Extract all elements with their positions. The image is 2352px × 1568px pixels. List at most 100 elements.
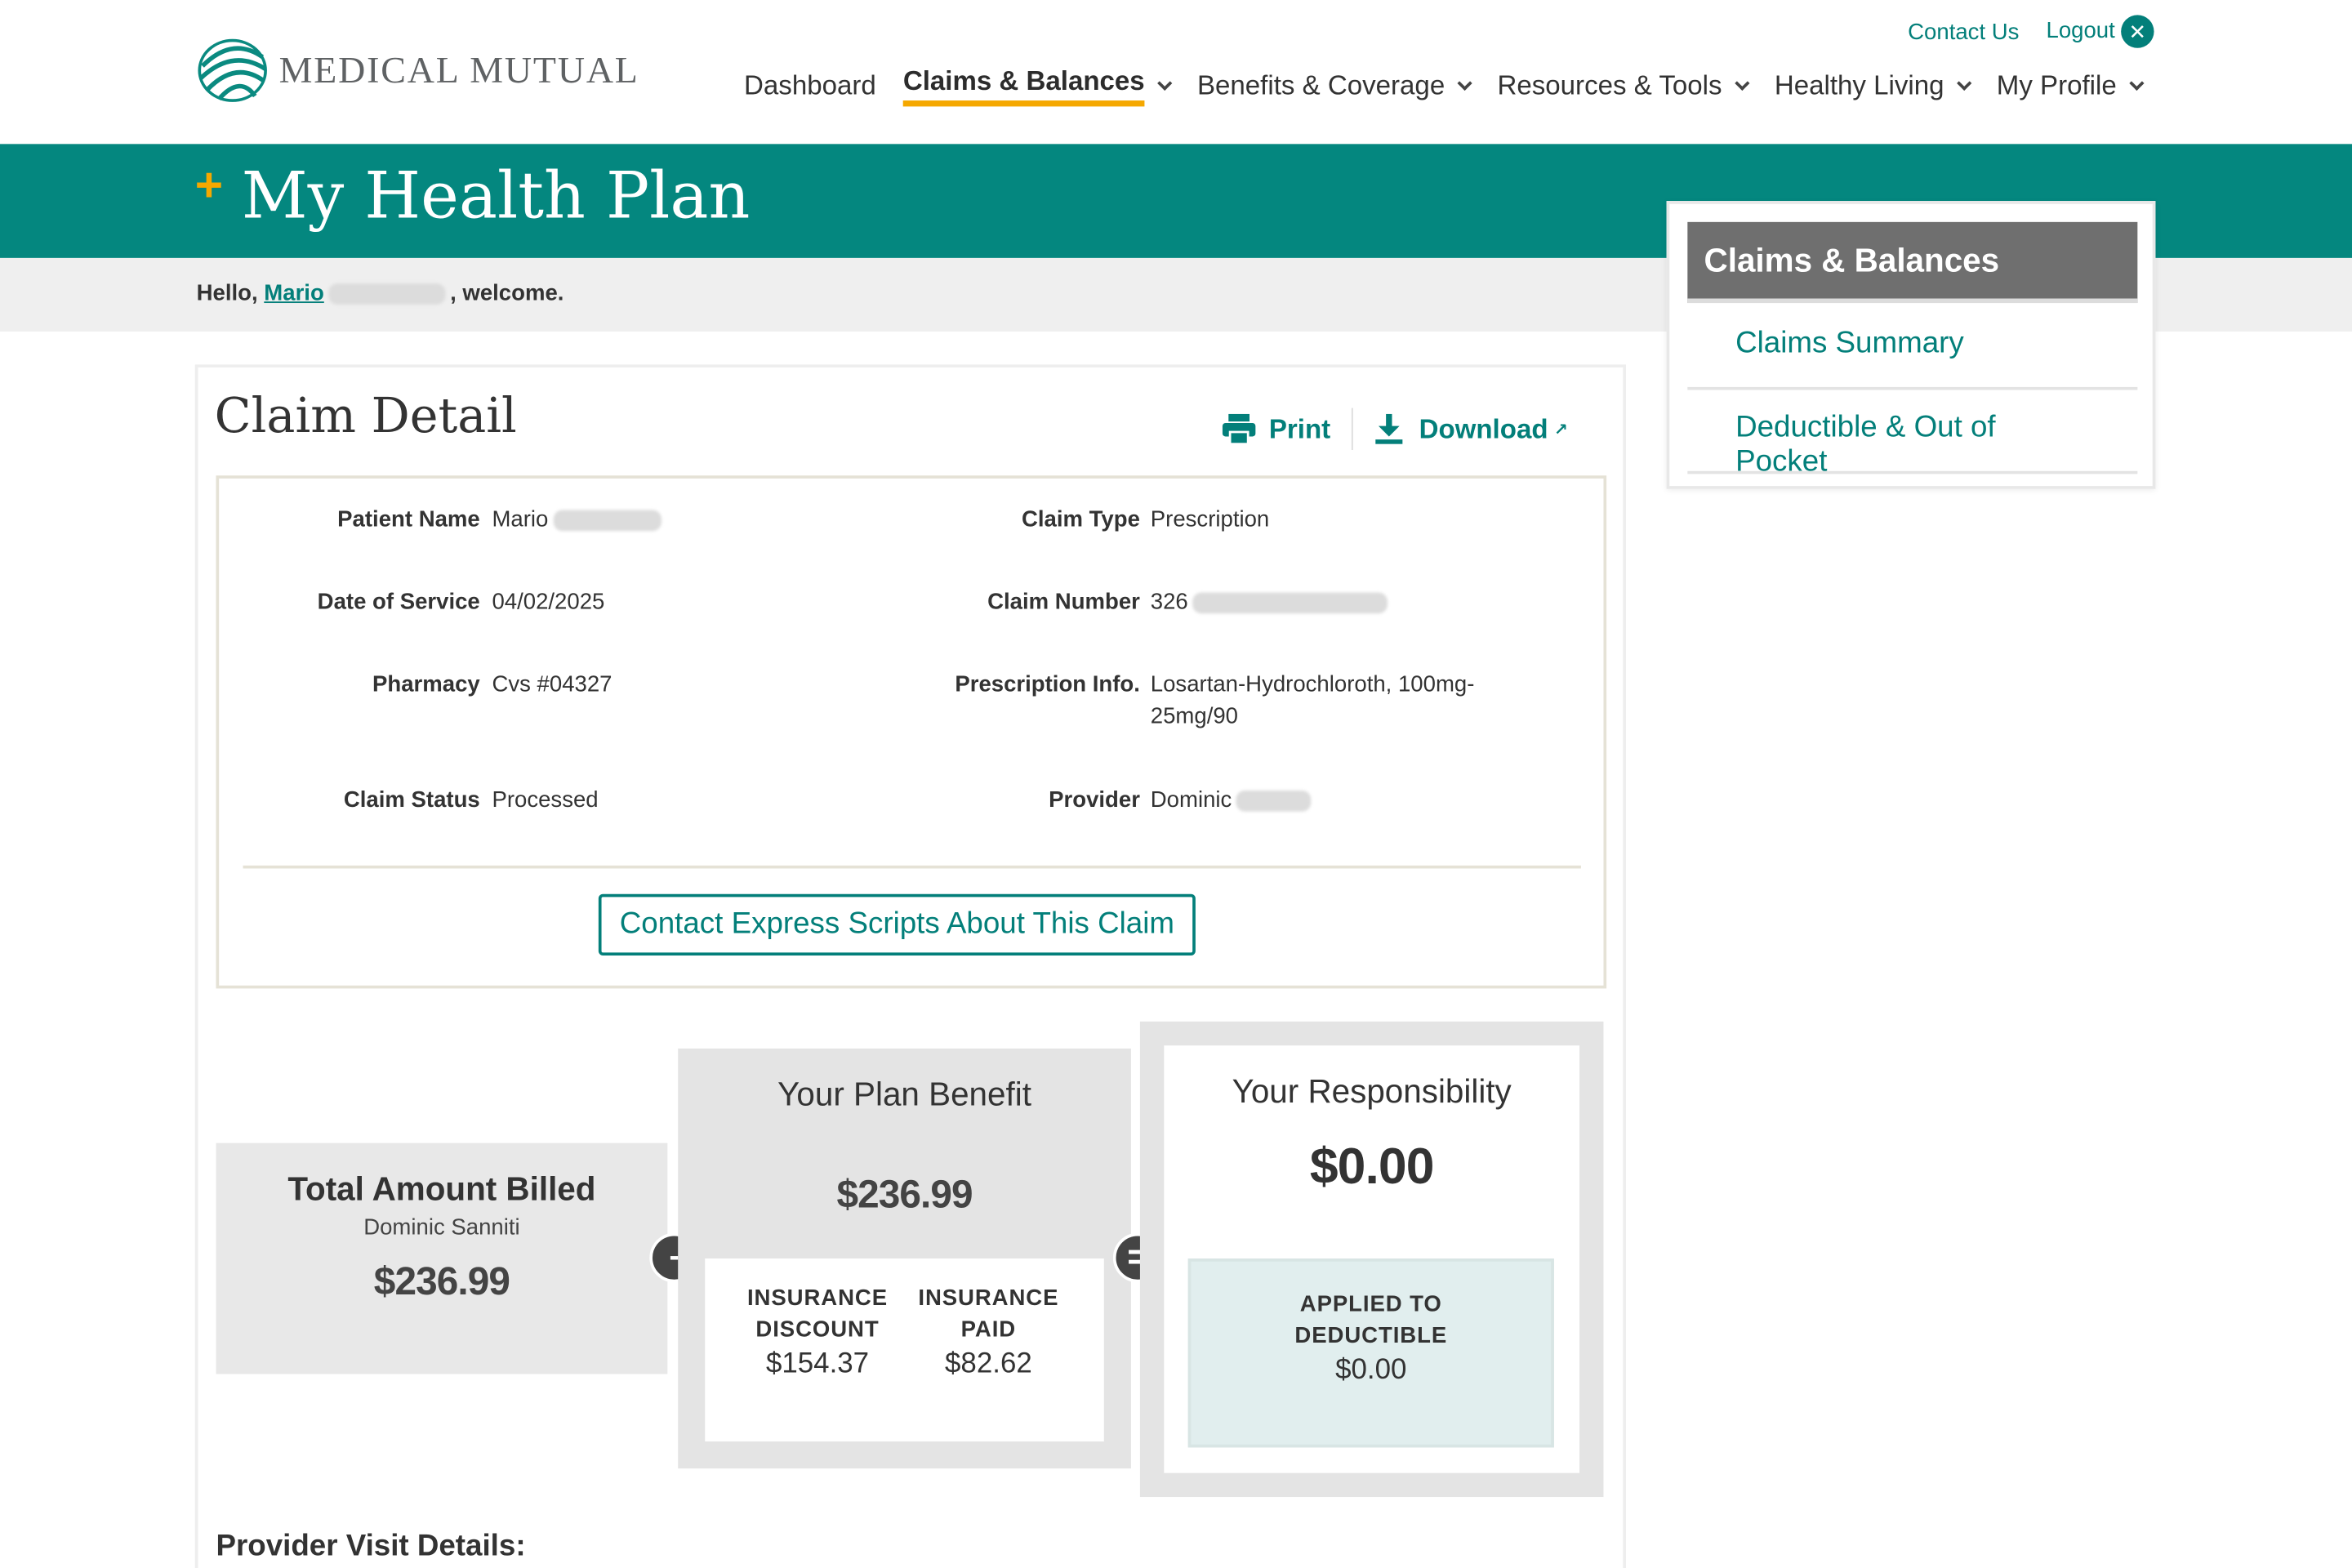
print-button[interactable]: Print xyxy=(1221,412,1331,446)
nav-my-profile[interactable]: My Profile xyxy=(1996,66,2145,107)
plan-benefit-title: Your Plan Benefit xyxy=(777,1075,1031,1113)
redacted-last-name xyxy=(328,283,446,305)
chevron-down-icon xyxy=(1957,75,1972,91)
nav-resources-tools-label: Resources & Tools xyxy=(1497,70,1722,101)
insurance-discount-label-1: INSURANCE xyxy=(746,1285,889,1312)
claim-type-value: Prescription xyxy=(1150,506,1270,533)
your-responsibility-panel: Your Responsibility $0.00 APPLIED TO DED… xyxy=(1164,1045,1580,1473)
info-divider xyxy=(243,865,1581,869)
total-amount-title: Total Amount Billed xyxy=(287,1169,596,1208)
insurance-paid-label-1: INSURANCE xyxy=(918,1285,1059,1312)
welcome-message: Hello, Mario , welcome. xyxy=(197,280,564,305)
provider-first-name: Dominic xyxy=(1150,787,1232,813)
logout-label: Logout xyxy=(2046,17,2115,44)
user-name-link[interactable]: Mario xyxy=(264,280,450,306)
your-responsibility-box: Your Responsibility $0.00 APPLIED TO DED… xyxy=(1139,1021,1604,1498)
utility-links: Contact Us Logout ✕ xyxy=(1881,15,2154,48)
claims-side-menu: Claims & Balances Claims Summary Deducti… xyxy=(1666,201,2156,489)
patient-first-name: Mario xyxy=(492,506,549,533)
site-header: MEDICAL MUTUAL Contact Us Logout ✕ Dashbo… xyxy=(0,0,2352,145)
pharmacy-value: Cvs #04327 xyxy=(492,671,612,698)
contact-express-scripts-button[interactable]: Contact Express Scripts About This Claim xyxy=(598,893,1196,956)
claim-number-value: 326 xyxy=(1151,590,1392,615)
chevron-down-icon xyxy=(1157,75,1173,91)
download-label: Download xyxy=(1419,413,1548,443)
applied-to-deductible-value: $0.00 xyxy=(1335,1354,1407,1387)
nav-benefits-coverage[interactable]: Benefits & Coverage xyxy=(1196,66,1473,107)
provider-label: Provider xyxy=(1049,787,1140,813)
nav-dashboard-label: Dashboard xyxy=(744,70,876,101)
patient-name-label: Patient Name xyxy=(337,506,480,533)
nav-healthy-living-label: Healthy Living xyxy=(1774,70,1944,101)
insurance-paid: INSURANCE PAID $82.62 xyxy=(906,1282,1071,1381)
chevron-down-icon xyxy=(1735,75,1750,91)
plan-benefit-breakdown: INSURANCE DISCOUNT $154.37 INSURANCE PAI… xyxy=(705,1258,1104,1442)
contact-us-link[interactable]: Contact Us xyxy=(1908,19,2019,44)
nav-claims-balances[interactable]: Claims & Balances xyxy=(902,66,1173,107)
logo-wordmark: MEDICAL MUTUAL xyxy=(278,51,639,92)
logout-close-icon: ✕ xyxy=(2121,15,2154,48)
side-link-deductible-out-of-pocket[interactable]: Deductible & Out of Pocket xyxy=(1687,390,2138,479)
welcome-hello: Hello, xyxy=(196,280,258,306)
chevron-down-icon xyxy=(2129,75,2145,91)
prescription-info-line2: 25mg/90 xyxy=(1150,703,1238,729)
patient-name-value: Mario xyxy=(492,507,665,532)
nav-claims-balances-label: Claims & Balances xyxy=(902,66,1145,107)
prescription-info-line1: Losartan-Hydrochloroth, 100mg- xyxy=(1150,671,1475,698)
user-first-name: Mario xyxy=(264,280,324,306)
provider-value: Dominic xyxy=(1151,787,1316,813)
download-button[interactable]: Download ↗ xyxy=(1374,412,1568,445)
plan-benefit-box: Your Plan Benefit $236.99 INSURANCE DISC… xyxy=(678,1048,1131,1469)
welcome-suffix: , welcome. xyxy=(450,280,564,306)
insurance-discount: INSURANCE DISCOUNT $154.37 xyxy=(735,1282,900,1381)
insurance-discount-value: $154.37 xyxy=(765,1348,870,1380)
print-label: Print xyxy=(1268,413,1331,443)
claim-type-label: Claim Type xyxy=(1021,506,1140,533)
claim-status-value: Processed xyxy=(492,787,599,813)
insurance-discount-label-2: DISCOUNT xyxy=(755,1316,880,1343)
main-navigation: Dashboard Claims & Balances Benefits & C… xyxy=(744,66,2169,107)
insurance-paid-value: $82.62 xyxy=(945,1348,1032,1380)
chevron-down-icon xyxy=(1457,75,1473,91)
action-divider xyxy=(1351,408,1353,451)
applied-to-deductible-label-1: APPLIED TO xyxy=(1299,1291,1442,1317)
nav-dashboard[interactable]: Dashboard xyxy=(744,66,876,107)
your-responsibility-title: Your Responsibility xyxy=(1232,1072,1512,1111)
your-responsibility-value: $0.00 xyxy=(1309,1138,1435,1196)
nav-benefits-coverage-label: Benefits & Coverage xyxy=(1196,70,1446,101)
page: MEDICAL MUTUAL Contact Us Logout ✕ Dashbo… xyxy=(0,0,2352,1568)
download-icon xyxy=(1375,413,1403,444)
nav-healthy-living[interactable]: Healthy Living xyxy=(1774,66,1972,107)
date-of-service-value: 04/02/2025 xyxy=(492,589,605,616)
prescription-info-label: Prescription Info. xyxy=(955,671,1140,698)
medical-mutual-logo[interactable]: MEDICAL MUTUAL xyxy=(195,36,639,105)
claim-status-label: Claim Status xyxy=(343,787,480,813)
globe-logo-icon xyxy=(198,38,267,102)
applied-to-deductible: APPLIED TO DEDUCTIBLE $0.00 xyxy=(1187,1258,1554,1448)
total-amount-billed-box: Total Amount Billed Dominic Sanniti $236… xyxy=(216,1143,668,1374)
nav-resources-tools[interactable]: Resources & Tools xyxy=(1497,66,1750,107)
total-amount-value: $236.99 xyxy=(373,1258,510,1304)
applied-to-deductible-label-2: DEDUCTIBLE xyxy=(1294,1322,1448,1349)
total-amount-provider: Dominic Sanniti xyxy=(363,1214,520,1241)
claim-actions: Print Download ↗ xyxy=(1221,408,1568,451)
insurance-paid-label-2: PAID xyxy=(960,1316,1017,1343)
page-title: My Health Plan xyxy=(241,158,751,234)
date-of-service-label: Date of Service xyxy=(317,589,480,616)
plan-benefit-value: $236.99 xyxy=(836,1171,973,1217)
plus-icon: + xyxy=(194,157,224,212)
redacted-provider-last-name xyxy=(1236,791,1312,812)
redacted-patient-last-name xyxy=(552,510,662,532)
external-link-icon: ↗ xyxy=(1553,421,1568,439)
claim-number-label: Claim Number xyxy=(987,589,1140,616)
side-menu-heading: Claims & Balances xyxy=(1687,221,2138,304)
pharmacy-label: Pharmacy xyxy=(372,671,480,698)
printer-icon xyxy=(1222,413,1256,446)
redacted-claim-number xyxy=(1192,592,1388,614)
nav-my-profile-label: My Profile xyxy=(1996,70,2117,101)
claim-detail-title: Claim Detail xyxy=(214,386,517,444)
side-link-claims-summary[interactable]: Claims Summary xyxy=(1687,306,2138,390)
claim-number-prefix: 326 xyxy=(1150,589,1188,616)
provider-visit-details-heading: Provider Visit Details: xyxy=(216,1530,526,1563)
logout-link[interactable]: Logout ✕ xyxy=(2046,15,2154,48)
